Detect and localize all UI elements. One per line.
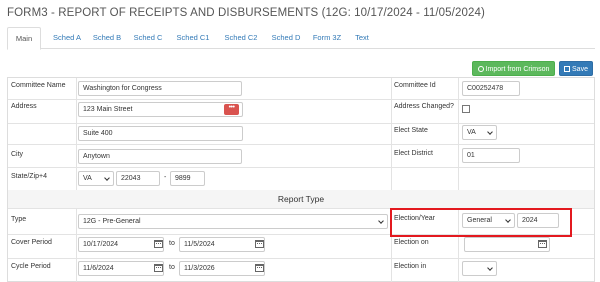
- address-label: Address: [11, 103, 37, 110]
- elect-state-select[interactable]: VA: [462, 125, 497, 140]
- tab-main[interactable]: Main: [7, 27, 41, 50]
- tab-sched-a[interactable]: Sched A: [47, 27, 87, 49]
- save-icon: [564, 66, 571, 72]
- import-icon: [477, 66, 484, 72]
- committee-id-input[interactable]: C00252478: [462, 81, 520, 96]
- type-label: Type: [11, 216, 27, 223]
- calendar-icon[interactable]: [154, 264, 163, 272]
- save-button[interactable]: Save: [559, 61, 593, 76]
- divider: [76, 78, 77, 190]
- city-input[interactable]: Anytown: [78, 149, 242, 164]
- divider: [8, 123, 594, 124]
- calendar-icon[interactable]: [255, 264, 264, 272]
- import-from-crimson-button[interactable]: Import from Crimson: [472, 61, 555, 76]
- to-label: to: [169, 240, 175, 247]
- cover-from-input[interactable]: 10/17/2024: [78, 237, 164, 252]
- report-type-header: Report Type: [8, 190, 594, 208]
- committee-name-label: Committee Name: [11, 82, 66, 89]
- chevron-down-icon: [487, 129, 493, 135]
- divider: [8, 167, 594, 168]
- divider: [458, 78, 459, 190]
- elect-state-label: Elect State: [394, 127, 428, 134]
- address-changed-checkbox[interactable]: [462, 105, 470, 113]
- zip-separator: -: [164, 174, 167, 181]
- tab-sched-c[interactable]: Sched C: [127, 27, 169, 49]
- more-options-button[interactable]: •••: [224, 104, 239, 115]
- election-in-label: Election in: [394, 263, 427, 270]
- cycle-to-input[interactable]: 11/3/2026: [179, 261, 265, 276]
- election-in-select[interactable]: [462, 261, 497, 276]
- divider: [8, 99, 594, 100]
- calendar-icon[interactable]: [154, 240, 163, 248]
- cycle-period-label: Cycle Period: [11, 263, 51, 270]
- to-label: to: [169, 264, 175, 271]
- elect-state-value: VA: [467, 129, 476, 136]
- report-type-select[interactable]: 12G - Pre-General: [78, 214, 388, 229]
- divider: [8, 144, 594, 145]
- election-on-label: Election on: [394, 239, 429, 246]
- page-title: FORM3 - REPORT OF RECEIPTS AND DISBURSEM…: [7, 7, 485, 19]
- tab-text[interactable]: Text: [347, 27, 377, 49]
- elect-district-input[interactable]: 01: [462, 148, 520, 163]
- highlight-box: [390, 208, 572, 237]
- tab-bar: Main Sched A Sched B Sched C Sched C1 Sc…: [7, 27, 595, 50]
- zip-input[interactable]: 22043: [116, 171, 160, 186]
- chevron-down-icon: [104, 175, 110, 181]
- state-value: VA: [83, 175, 92, 182]
- tab-sched-c1[interactable]: Sched C1: [169, 27, 217, 49]
- elect-district-label: Elect District: [394, 150, 433, 157]
- tab-form-3z[interactable]: Form 3Z: [307, 27, 347, 49]
- zip4-input[interactable]: 9899: [170, 171, 205, 186]
- tab-sched-c2[interactable]: Sched C2: [217, 27, 265, 49]
- tab-sched-b[interactable]: Sched B: [87, 27, 127, 49]
- divider: [8, 258, 594, 259]
- cycle-from-input[interactable]: 11/6/2024: [78, 261, 164, 276]
- address-changed-label: Address Changed?: [394, 103, 454, 110]
- report-type-value: 12G - Pre-General: [83, 218, 141, 225]
- cover-to-input[interactable]: 11/5/2024: [179, 237, 265, 252]
- chevron-down-icon: [378, 218, 384, 224]
- committee-form: Committee Name Washington for Congress A…: [7, 77, 595, 282]
- committee-id-label: Committee Id: [394, 82, 436, 89]
- committee-name-input[interactable]: Washington for Congress: [78, 81, 242, 96]
- chevron-down-icon: [487, 265, 493, 271]
- city-label: City: [11, 151, 24, 158]
- tab-sched-d[interactable]: Sched D: [265, 27, 307, 49]
- address-line1-input[interactable]: 123 Main Street: [78, 102, 243, 117]
- calendar-icon[interactable]: [255, 240, 264, 248]
- state-select[interactable]: VA: [78, 171, 114, 186]
- cover-period-label: Cover Period: [11, 239, 52, 246]
- state-zip-label: State/Zip+4: [11, 173, 47, 180]
- calendar-icon[interactable]: [538, 240, 547, 248]
- address-line2-input[interactable]: Suite 400: [78, 126, 243, 141]
- divider: [391, 78, 392, 190]
- divider: [76, 208, 77, 282]
